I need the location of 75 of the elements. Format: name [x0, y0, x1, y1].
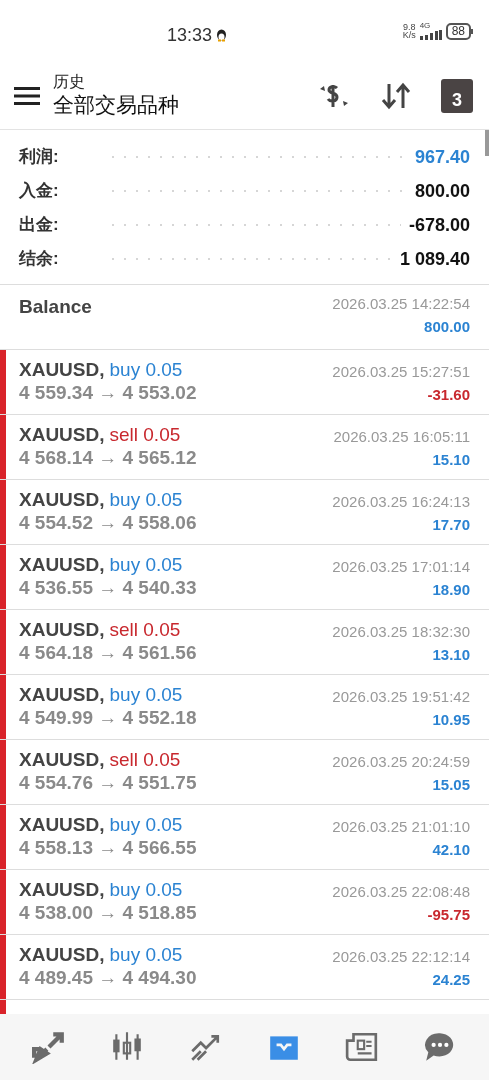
- trade-time: 2026.03.25 15:27:51: [332, 362, 470, 382]
- trade-profit: 17.70: [432, 515, 470, 535]
- trade-time: 2026.03.25 16:24:13: [332, 492, 470, 512]
- trade-symbol: XAUUSD,: [19, 943, 105, 966]
- trade-time: 2026.03.25 22:12:14: [332, 947, 470, 967]
- trade-prices: 4 558.13 → 4 566.55: [19, 836, 197, 859]
- calendar-button[interactable]: 3: [441, 78, 473, 113]
- summary-value: -678.00: [408, 213, 470, 237]
- trade-time: 2026.03.25 18:32:30: [332, 622, 470, 642]
- signal-icon: [419, 30, 442, 40]
- trade-profit: -95.75: [427, 905, 470, 925]
- balance-title: Balance: [19, 295, 92, 319]
- trade-time: 2026.03.25 17:01:14: [332, 557, 470, 577]
- penguin-icon: [216, 29, 228, 42]
- trade-symbol: XAUUSD,: [19, 878, 105, 901]
- screen-title[interactable]: 全部交易品种: [53, 92, 179, 119]
- trade-symbol: XAUUSD,: [19, 748, 105, 771]
- trade-order: sell 0.05: [109, 618, 181, 641]
- trade-order: buy 0.05: [109, 943, 183, 966]
- trade-profit: 15.05: [432, 775, 470, 795]
- trade-symbol: XAUUSD,: [19, 618, 105, 641]
- sort-icon[interactable]: [381, 81, 411, 110]
- trade-profit: 42.10: [432, 840, 470, 860]
- net-speed-unit: K/s: [402, 31, 416, 39]
- newspaper-icon[interactable]: [344, 1030, 379, 1064]
- trade-symbol: XAUUSD,: [19, 813, 105, 836]
- trade-prices: 4 559.34 → 4 553.02: [19, 381, 197, 404]
- summary-label: 入金:: [19, 180, 60, 203]
- summary-label: 结余:: [19, 248, 60, 271]
- trade-symbol: XAUUSD,: [19, 683, 105, 706]
- arrows-icon[interactable]: [32, 1030, 67, 1064]
- trade-profit: 24.25: [432, 970, 470, 990]
- balance-amount: 800.00: [424, 316, 470, 337]
- trade-prices: 4 564.18 → 4 561.56: [19, 641, 197, 664]
- balance-time: 2026.03.25 14:22:54: [332, 294, 470, 314]
- status-time: 13:33: [167, 24, 213, 47]
- battery-level: 88: [445, 22, 471, 40]
- trade-prices: 4 536.55 → 4 540.33: [19, 576, 197, 599]
- trade-prices: 4 568.14 → 4 565.12: [19, 446, 197, 469]
- summary-label: 出金:: [19, 214, 60, 237]
- trade-profit: 13.10: [432, 645, 470, 665]
- summary-value: 1 089.40: [399, 247, 470, 271]
- trade-profit: 15.10: [432, 450, 470, 470]
- trade-order: sell 0.05: [109, 748, 181, 771]
- trade-time: 2026.03.25 20:24:59: [332, 752, 470, 772]
- trade-prices: 4 489.45 → 4 494.30: [19, 966, 197, 989]
- summary-value: 967.40: [414, 145, 470, 169]
- trade-time: 2026.03.25 19:51:42: [332, 687, 470, 707]
- summary-value: 800.00: [414, 179, 470, 203]
- trade-order: buy 0.05: [109, 488, 183, 511]
- trade-order: buy 0.05: [109, 553, 183, 576]
- trade-order: buy 0.05: [109, 358, 183, 381]
- trade-order: sell 0.05: [109, 423, 181, 446]
- summary-label: 利润:: [19, 146, 60, 169]
- trade-prices: 4 538.00 → 4 518.85: [19, 901, 197, 924]
- trade-prices: 4 549.99 → 4 552.18: [19, 706, 197, 729]
- trade-time: 2026.03.25 16:05:11: [333, 427, 470, 447]
- trade-symbol: XAUUSD,: [19, 358, 105, 381]
- trade-symbol: XAUUSD,: [19, 423, 105, 446]
- trade-profit: 10.95: [432, 710, 470, 730]
- trade-order: buy 0.05: [109, 813, 183, 836]
- trade-prices: 4 554.76 → 4 551.75: [19, 771, 197, 794]
- trade-time: 2026.03.25 22:08:48: [332, 882, 470, 902]
- menu-icon[interactable]: [14, 85, 40, 106]
- trade-symbol: XAUUSD,: [19, 488, 105, 511]
- trade-prices: 4 554.52 → 4 558.06: [19, 511, 197, 534]
- network-label: 4G: [419, 22, 431, 30]
- trade-profit: -31.60: [427, 385, 470, 405]
- screen-subtitle: 历史: [53, 72, 86, 93]
- trade-order: buy 0.05: [109, 878, 183, 901]
- trade-time: 2026.03.25 21:01:10: [332, 817, 470, 837]
- trade-profit: 18.90: [432, 580, 470, 600]
- trade-symbol: XAUUSD,: [19, 553, 105, 576]
- trade-order: buy 0.05: [109, 683, 183, 706]
- net-speed-value: 9.8: [402, 23, 416, 31]
